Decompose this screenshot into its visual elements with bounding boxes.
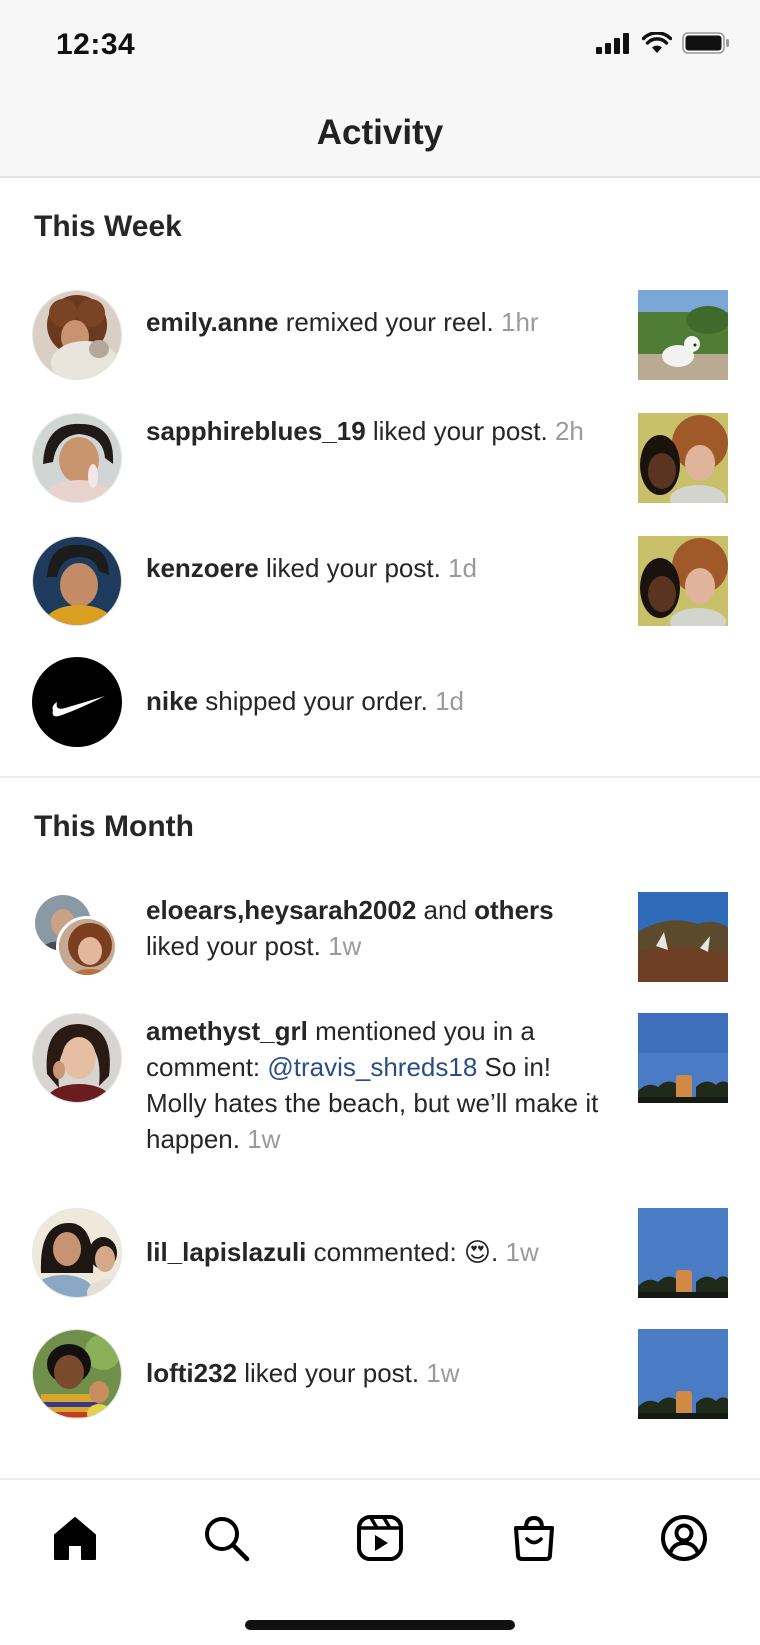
search-icon [205,1517,250,1562]
timestamp: 1d [435,686,464,716]
avatar[interactable] [32,657,122,747]
activity-text: sapphireblues_19 liked your post. 2h [146,416,584,446]
mention-link[interactable]: @travis_shreds18 [267,1052,477,1082]
activity-text: eloears,heysarah2002 and others liked yo… [146,895,554,961]
post-thumbnail[interactable] [638,290,728,380]
home-icon [54,1517,96,1560]
activity-text: lofti232 liked your post. 1w [146,1358,460,1388]
username[interactable]: amethyst_grl [146,1016,308,1046]
post-thumbnail[interactable] [638,1208,728,1298]
status-icons [596,32,730,54]
signal-icon [596,33,629,54]
username[interactable]: lofti232 [146,1358,237,1388]
emoji: 😍 [463,1237,492,1267]
battery-icon [682,32,729,54]
timestamp: 1hr [501,307,539,337]
section-title-this-week: This Week [34,210,182,243]
section-divider [0,776,760,778]
timestamp: 1w [328,931,362,961]
wifi-icon [642,32,672,53]
avatar[interactable] [32,1329,122,1419]
username[interactable]: nike [146,686,198,716]
tab-home[interactable] [45,1508,105,1568]
tab-search[interactable] [196,1508,256,1568]
status-bar: 12:34 [0,0,760,90]
activity-text: lil_lapislazuli commented: 😍. 1w [146,1237,539,1267]
page-title: Activity [316,113,444,152]
shop-icon [514,1515,554,1561]
username[interactable]: eloears,heysarah2002 [146,895,416,925]
activity-text: emily.anne remixed your reel. 1hr [146,307,539,337]
reels-icon [357,1515,403,1561]
home-indicator [245,1620,515,1630]
avatar[interactable] [32,290,122,380]
username[interactable]: lil_lapislazuli [146,1237,306,1267]
post-thumbnail[interactable] [638,413,728,503]
username[interactable]: kenzoere [146,553,259,583]
nav-header: Activity [0,90,760,178]
activity-text: amethyst_grl mentioned you in a comment:… [146,1016,599,1154]
avatar [56,916,118,978]
others-link[interactable]: others [474,895,553,925]
nike-logo-icon [33,658,121,746]
timestamp: 1d [448,553,477,583]
username[interactable]: emily.anne [146,307,278,337]
post-thumbnail[interactable] [638,536,728,626]
avatar-group[interactable] [32,892,122,982]
status-time: 12:34 [56,28,136,61]
avatar[interactable] [32,413,122,503]
tab-profile[interactable] [654,1508,714,1568]
timestamp: 1w [505,1237,539,1267]
timestamp: 2h [554,416,584,446]
activity-text: kenzoere liked your post. 1d [146,553,477,583]
post-thumbnail[interactable] [638,1013,728,1103]
tab-reels[interactable] [350,1508,410,1568]
timestamp: 1w [426,1358,460,1388]
username[interactable]: sapphireblues_19 [146,416,366,446]
avatar[interactable] [32,1013,122,1103]
timestamp: 1w [247,1124,281,1154]
profile-icon [661,1515,707,1561]
post-thumbnail[interactable] [638,892,728,982]
tab-shop[interactable] [504,1508,564,1568]
post-thumbnail[interactable] [638,1329,728,1419]
section-title-this-month: This Month [34,810,194,843]
avatar[interactable] [32,536,122,626]
avatar[interactable] [32,1208,122,1298]
activity-text: nike shipped your order. 1d [146,686,464,716]
